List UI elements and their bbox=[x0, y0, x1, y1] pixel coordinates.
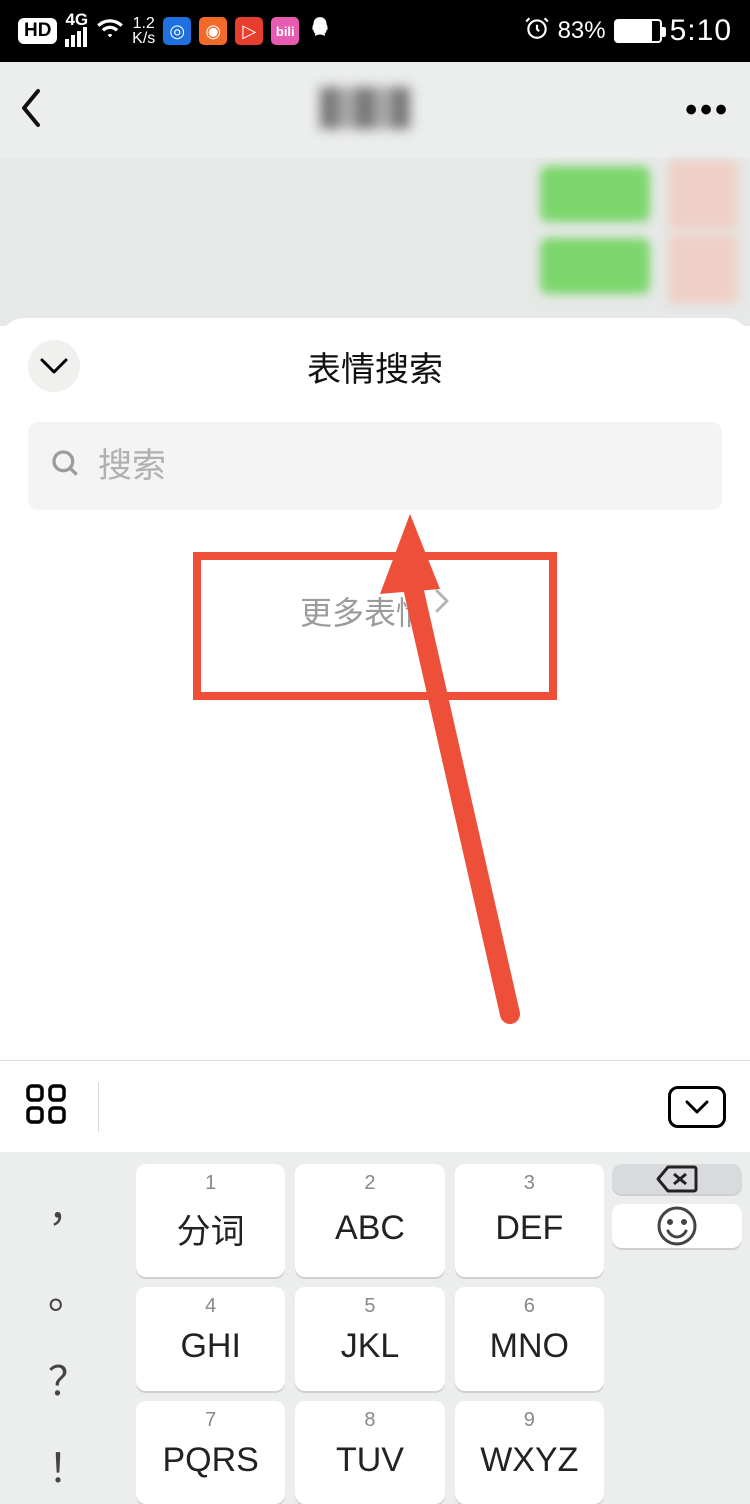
wifi-icon bbox=[96, 14, 124, 49]
emoji-search-sheet: 表情搜索 更多表情 bbox=[0, 318, 750, 1060]
avatar bbox=[668, 160, 738, 230]
keyboard-collapse-button[interactable] bbox=[668, 1086, 726, 1128]
key-5-jkl[interactable]: 5JKL bbox=[295, 1287, 444, 1390]
alarm-icon bbox=[524, 15, 550, 48]
sheet-title: 表情搜索 bbox=[28, 342, 722, 391]
key-punct-comma[interactable]: ， bbox=[8, 1164, 128, 1243]
keyboard-main-grid: 1分词 2ABC 3DEF 4GHI 5JKL 6MNO 7PQRS 8TUV … bbox=[136, 1164, 604, 1504]
key-punct-period[interactable]: 。 bbox=[8, 1251, 128, 1330]
key-backspace[interactable] bbox=[612, 1164, 742, 1194]
search-input[interactable] bbox=[98, 447, 700, 486]
key-punct-question[interactable]: ？ bbox=[8, 1338, 128, 1417]
chat-bubble bbox=[540, 238, 650, 294]
keyboard: ， 。 ？ ！ 1分词 2ABC 3DEF 4GHI 5JKL 6MNO 7PQ… bbox=[0, 1152, 750, 1504]
avatar bbox=[668, 234, 738, 304]
keyboard-toolbar bbox=[0, 1060, 750, 1152]
app-icon-2: ◉ bbox=[199, 17, 227, 45]
key-emoji[interactable] bbox=[612, 1204, 742, 1248]
key-3-def[interactable]: 3DEF bbox=[455, 1164, 604, 1277]
chat-bubble bbox=[540, 166, 650, 222]
key-1[interactable]: 1分词 bbox=[136, 1164, 285, 1277]
status-clock: 5:10 bbox=[670, 14, 732, 48]
app-icon-3: ▷ bbox=[235, 17, 263, 45]
key-punct-exclaim[interactable]: ！ bbox=[8, 1425, 128, 1504]
keyboard-punct-column: ， 。 ？ ！ bbox=[8, 1164, 128, 1504]
chat-nav-bar: ••• bbox=[0, 62, 750, 158]
battery-percent: 83% bbox=[558, 17, 606, 45]
backspace-icon bbox=[656, 1164, 698, 1194]
battery-icon bbox=[614, 19, 662, 43]
search-icon bbox=[50, 448, 82, 485]
toolbar-divider bbox=[98, 1082, 99, 1132]
chevron-right-icon bbox=[434, 588, 450, 614]
key-8-tuv[interactable]: 8TUV bbox=[295, 1401, 444, 1504]
signal-bars-icon bbox=[65, 27, 87, 47]
search-box[interactable] bbox=[28, 422, 722, 510]
key-7-pqrs[interactable]: 7PQRS bbox=[136, 1401, 285, 1504]
key-2-abc[interactable]: 2ABC bbox=[295, 1164, 444, 1277]
hd-badge: HD bbox=[18, 18, 57, 44]
app-icon-qq bbox=[307, 15, 333, 48]
app-icon-4: bili bbox=[271, 17, 299, 45]
key-9-wxyz[interactable]: 9WXYZ bbox=[455, 1401, 604, 1504]
key-4-ghi[interactable]: 4GHI bbox=[136, 1287, 285, 1390]
more-emoji-label: 更多表情 bbox=[300, 588, 428, 634]
chat-background bbox=[0, 158, 750, 326]
key-6-mno[interactable]: 6MNO bbox=[455, 1287, 604, 1390]
smile-icon bbox=[655, 1204, 699, 1248]
more-emoji-button[interactable]: 更多表情 bbox=[193, 552, 557, 700]
keyboard-right-column bbox=[612, 1164, 742, 1504]
back-button[interactable] bbox=[20, 87, 44, 134]
keyboard-apps-icon[interactable] bbox=[24, 1082, 68, 1131]
chat-title bbox=[44, 87, 685, 134]
net-speed: 1.2 K/s bbox=[132, 16, 155, 46]
app-icon-1: ◎ bbox=[163, 17, 191, 45]
more-button[interactable]: ••• bbox=[685, 91, 730, 130]
status-bar: HD 4G 1.2 K/s ◎ ◉ ▷ bili 83% 5:10 bbox=[0, 0, 750, 62]
network-4g: 4G bbox=[65, 13, 88, 49]
